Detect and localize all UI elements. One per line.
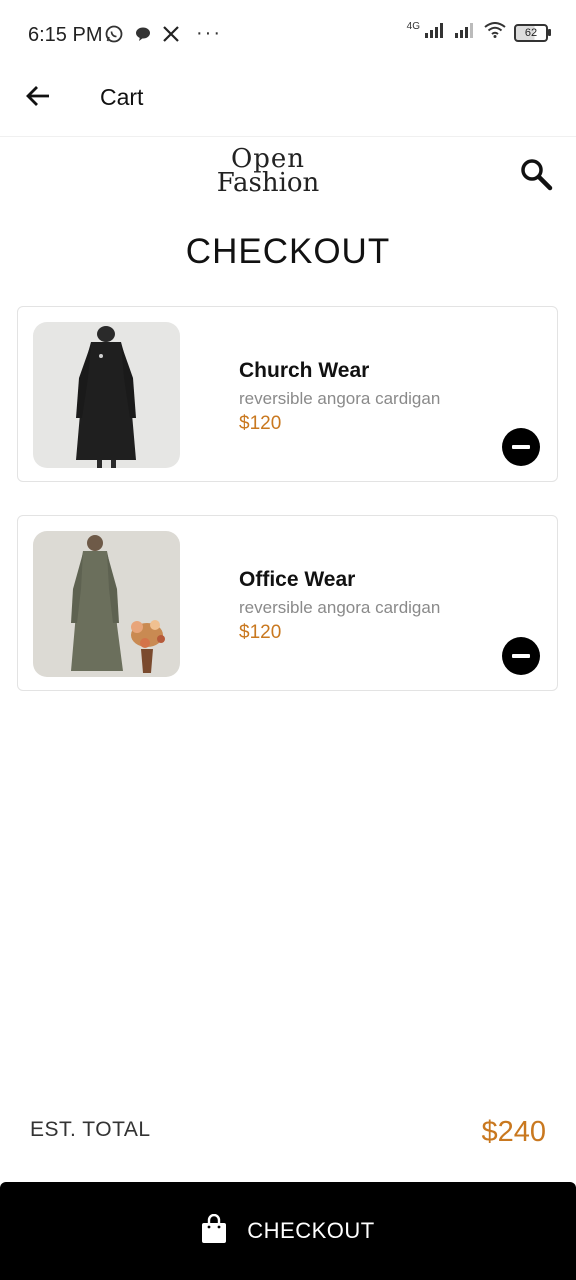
status-time: 6:15 PM <box>28 24 103 46</box>
app-bar-title: Cart <box>100 84 144 110</box>
search-icon <box>519 157 553 196</box>
item-description: reversible angora cardigan <box>239 389 441 408</box>
chat-bubble-icon <box>134 25 152 43</box>
page-title: CHECKOUT <box>185 232 391 271</box>
status-system-icons: 4G 62 <box>406 21 551 43</box>
item-price: $120 <box>239 622 282 643</box>
arrow-left-icon <box>24 82 52 115</box>
est-total-value: $240 <box>481 1116 546 1148</box>
back-button[interactable] <box>20 80 56 116</box>
x-icon <box>162 25 180 43</box>
search-button[interactable] <box>516 156 556 196</box>
remove-circle-icon <box>512 445 530 449</box>
est-total-label: EST. TOTAL <box>30 1118 151 1141</box>
cart-item[interactable]: Office Wear reversible angora cardigan $… <box>17 515 558 691</box>
shopping-bag-icon <box>201 1213 227 1249</box>
remove-circle-icon <box>512 654 530 658</box>
item-price: $120 <box>239 413 282 434</box>
cart-item[interactable]: Church Wear reversible angora cardigan $… <box>17 306 558 482</box>
status-bar: 6:15 PM ··· 4G 62 <box>0 0 576 70</box>
item-name: Office Wear <box>239 568 356 591</box>
status-notification-icons: ··· <box>104 22 222 45</box>
checkout-label: CHECKOUT <box>247 1218 375 1243</box>
item-description: reversible angora cardigan <box>239 598 441 617</box>
open-fashion-logo[interactable]: Open Fashion <box>206 144 330 206</box>
signal-icon <box>424 22 446 43</box>
remove-item-button[interactable] <box>502 428 540 466</box>
remove-item-button[interactable] <box>502 637 540 675</box>
wifi-icon <box>484 22 506 43</box>
logo-line-2: Fashion <box>216 168 320 198</box>
signal-icon <box>454 22 476 43</box>
network-type-label: 4G <box>406 21 420 32</box>
battery-icon: 62 <box>514 23 551 42</box>
whatsapp-icon <box>104 24 124 44</box>
battery-level: 62 <box>524 26 538 39</box>
item-name: Church Wear <box>239 359 370 382</box>
checkout-button[interactable]: CHECKOUT <box>0 1182 576 1280</box>
logo-line-1: Open <box>230 144 306 174</box>
olive-dress-photo <box>33 531 180 677</box>
more-icon: ··· <box>196 22 222 44</box>
app-bar: Cart <box>0 70 576 137</box>
black-dress-photo <box>33 322 180 468</box>
